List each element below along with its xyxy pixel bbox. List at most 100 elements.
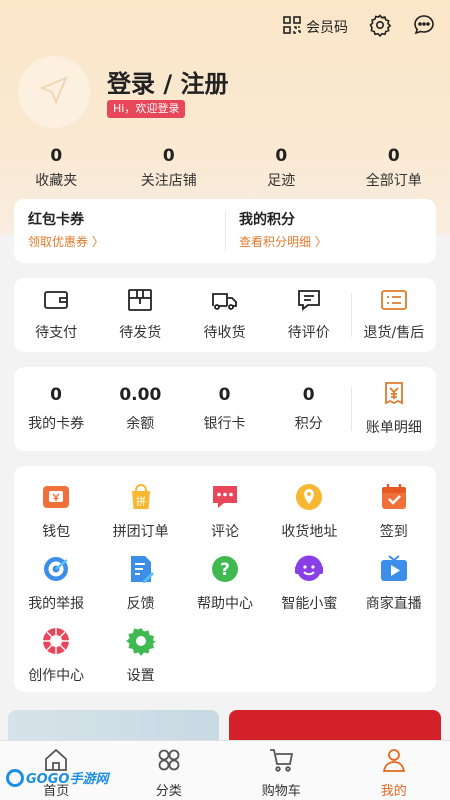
category-icon: [155, 746, 183, 778]
bill-yen-icon: [382, 381, 406, 409]
welcome-badge: Hi，欢迎登录: [107, 100, 186, 118]
watermark-text: GOGO手游网: [26, 772, 109, 787]
delivery-truck-icon: [211, 288, 239, 316]
asset-balance[interactable]: 0.00 余额: [98, 385, 182, 433]
services-grid: 钱包 拼 拼团订单 评论 收货地址 签到 我的举报 反馈 ? 帮助中心 智能小蜜…: [14, 482, 436, 698]
points-title: 我的积分: [239, 212, 295, 228]
calendar-check-icon: [379, 482, 409, 516]
service-settings[interactable]: 设置: [98, 626, 182, 698]
camera-shutter-icon: [41, 626, 71, 660]
service-check-in[interactable]: 签到: [352, 482, 436, 554]
order-label: 待支付: [35, 325, 78, 341]
assets-card: 0 我的卡券 0.00 余额 0 银行卡 0 积分 账单明细: [14, 367, 436, 451]
profile-icon: [380, 746, 408, 778]
stat-footprints[interactable]: 0 足迹: [225, 146, 338, 190]
service-label: 商家直播: [365, 596, 422, 612]
stats-row: 0 收藏夹 0 关注店铺 0 足迹 0 全部订单: [0, 146, 450, 190]
my-points[interactable]: 我的积分 查看积分明细 〉: [225, 199, 436, 263]
target-icon: [41, 554, 71, 588]
service-label: 钱包: [42, 524, 71, 540]
gear-icon: [125, 626, 156, 660]
help-icon: ?: [210, 554, 240, 588]
service-my-reports[interactable]: 我的举报: [14, 554, 98, 626]
service-label: 拼团订单: [112, 524, 169, 540]
red-packet-coupons[interactable]: 红包卡券 领取优惠券 〉: [14, 199, 225, 263]
service-group-buy-orders[interactable]: 拼 拼团订单: [98, 482, 182, 554]
gear-icon: [368, 13, 392, 41]
asset-label: 余额: [126, 416, 155, 432]
coupon-points-card: 红包卡券 领取优惠券 〉 我的积分 查看积分明细 〉: [14, 199, 436, 263]
tab-mine[interactable]: 我的: [338, 741, 450, 800]
cart-icon: [267, 746, 295, 778]
service-label: 签到: [379, 524, 408, 540]
stat-value: 0: [275, 146, 288, 166]
tab-category[interactable]: 分类: [113, 741, 226, 800]
message-bubble-icon: [412, 13, 436, 41]
service-label: 我的举报: [28, 596, 85, 612]
stat-followed-shops[interactable]: 0 关注店铺: [113, 146, 226, 190]
wallet-orange-icon: [41, 482, 71, 516]
location-pin-icon: [294, 482, 324, 516]
stat-value: 0: [387, 146, 400, 166]
login-register-link[interactable]: 登录 / 注册: [107, 64, 228, 99]
service-label: 反馈: [126, 596, 155, 612]
asset-bank-card[interactable]: 0 银行卡: [182, 385, 266, 433]
service-merchant-live[interactable]: 商家直播: [352, 554, 436, 626]
assistant-smile-icon: [294, 554, 324, 588]
service-wallet[interactable]: 钱包: [14, 482, 98, 554]
asset-label: 银行卡: [203, 416, 246, 432]
paper-plane-icon: [36, 72, 72, 112]
asset-label: 积分: [294, 416, 323, 432]
coupon-title: 红包卡券: [28, 212, 84, 228]
order-label: 待发货: [119, 325, 162, 341]
stat-all-orders[interactable]: 0 全部订单: [338, 146, 450, 190]
member-code-button[interactable]: 会员码: [282, 15, 348, 39]
order-pending-shipment[interactable]: 待发货: [98, 288, 182, 342]
asset-label: 我的卡券: [28, 416, 85, 432]
service-label: 帮助中心: [196, 596, 253, 612]
service-comments[interactable]: 评论: [183, 482, 267, 554]
asset-points[interactable]: 0 积分: [267, 385, 351, 433]
service-label: 智能小蜜: [281, 596, 338, 612]
comment-bubble-icon: [210, 482, 240, 516]
service-help-center[interactable]: ? 帮助中心: [183, 554, 267, 626]
order-pending-receipt[interactable]: 待收货: [182, 288, 266, 342]
service-label: 收货地址: [281, 524, 338, 540]
order-label: 待收货: [203, 325, 246, 341]
watermark-logo: GOGO手游网: [6, 768, 108, 787]
service-shipping-address[interactable]: 收货地址: [267, 482, 351, 554]
messages-button[interactable]: [412, 15, 436, 39]
orders-card: 待支付 待发货 待收货 待评价 退货/售后: [14, 278, 436, 352]
service-creator-center[interactable]: 创作中心: [14, 626, 98, 698]
claim-coupon-link[interactable]: 领取优惠券 〉: [28, 233, 211, 250]
service-label: 设置: [126, 668, 155, 684]
wallet-icon: [43, 288, 69, 316]
svg-text:?: ?: [220, 560, 230, 580]
service-feedback[interactable]: 反馈: [98, 554, 182, 626]
tab-label: 分类: [155, 784, 182, 799]
bill-details[interactable]: 账单明细: [352, 381, 436, 437]
asset-value: 0.00: [119, 385, 162, 405]
bill-label: 账单明细: [365, 420, 422, 436]
stat-label: 关注店铺: [140, 173, 197, 189]
member-code-label: 会员码: [306, 20, 348, 36]
stat-value: 0: [50, 146, 63, 166]
avatar[interactable]: [18, 56, 90, 128]
settings-button[interactable]: [368, 13, 392, 41]
order-pending-payment[interactable]: 待支付: [14, 288, 98, 342]
tab-cart[interactable]: 购物车: [225, 741, 338, 800]
services-card: 钱包 拼 拼团订单 评论 收货地址 签到 我的举报 反馈 ? 帮助中心 智能小蜜…: [14, 466, 436, 692]
asset-my-coupons[interactable]: 0 我的卡券: [14, 385, 98, 433]
order-pending-review[interactable]: 待评价: [267, 288, 351, 342]
svg-text:拼: 拼: [136, 495, 146, 508]
stat-label: 全部订单: [365, 173, 422, 189]
top-bar: 会员码: [282, 10, 436, 44]
tab-label: 购物车: [261, 784, 301, 799]
points-detail-link[interactable]: 查看积分明细 〉: [239, 233, 422, 250]
order-refund-aftersale[interactable]: 退货/售后: [352, 288, 436, 342]
stat-label: 足迹: [267, 173, 296, 189]
asset-value: 0: [50, 385, 63, 405]
stat-favorites[interactable]: 0 收藏夹: [0, 146, 113, 190]
feedback-doc-icon: [126, 554, 156, 588]
service-smart-assistant[interactable]: 智能小蜜: [267, 554, 351, 626]
